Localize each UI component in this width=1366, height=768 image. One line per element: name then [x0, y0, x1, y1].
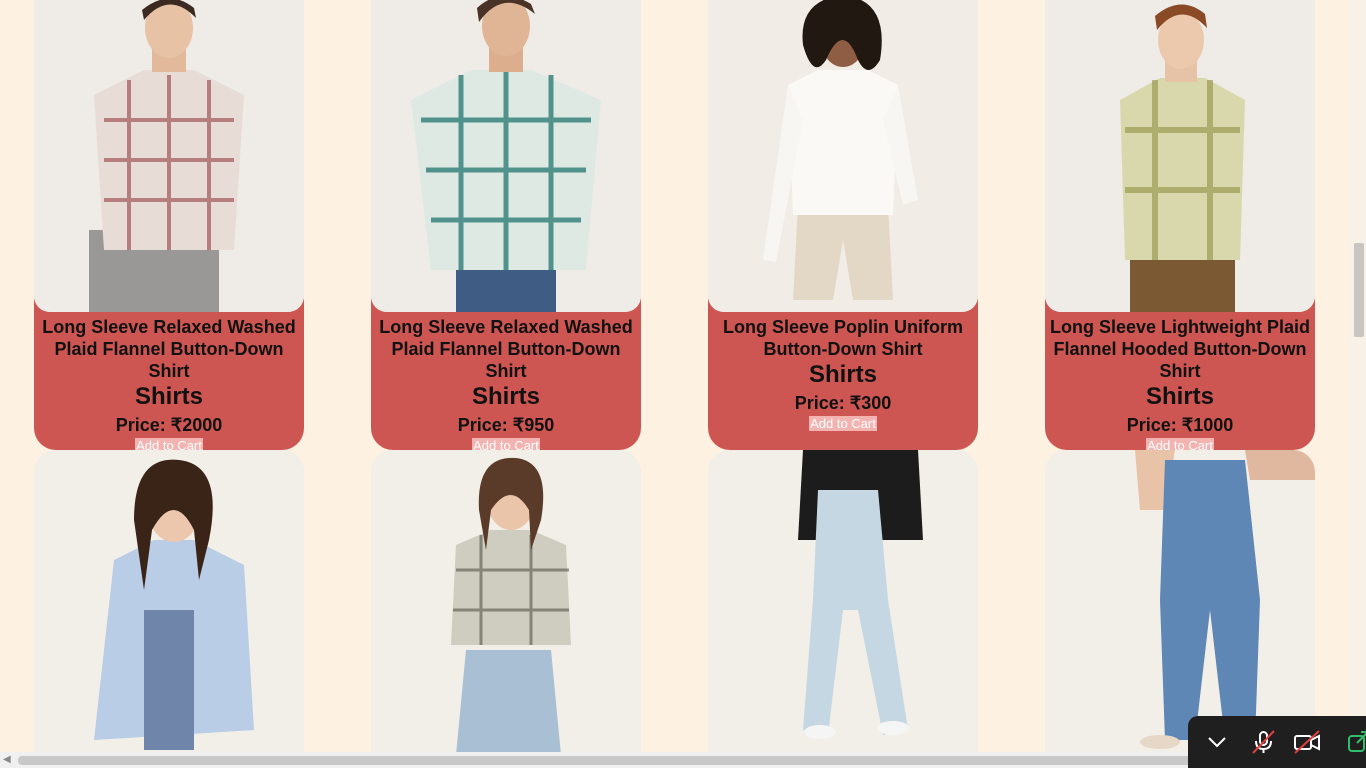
product-image[interactable] — [1045, 450, 1315, 755]
add-to-cart-button[interactable]: Add to Cart — [1146, 438, 1214, 450]
product-card: Long Sleeve Relaxed Washed Plaid Flannel… — [34, 0, 304, 450]
product-card — [34, 450, 304, 755]
product-card — [371, 450, 641, 755]
product-price: Price: ₹950 — [457, 415, 555, 435]
microphone-muted-icon[interactable] — [1250, 730, 1276, 754]
product-category: Shirts — [134, 383, 203, 410]
product-image[interactable] — [371, 450, 641, 755]
product-card: Long Sleeve Poplin Uniform Button-Down S… — [708, 0, 978, 450]
product-name: Long Sleeve Lightweight Plaid Flannel Ho… — [1049, 317, 1311, 381]
product-card — [708, 450, 978, 755]
product-category: Shirts — [808, 361, 877, 388]
product-category: Shirts — [1145, 383, 1214, 410]
share-icon[interactable] — [1346, 730, 1366, 754]
product-image[interactable] — [708, 450, 978, 755]
scroll-left-arrow-icon[interactable]: ◀ — [3, 754, 11, 765]
product-price: Price: ₹1000 — [1126, 415, 1234, 435]
call-controls-bar — [1188, 716, 1366, 768]
product-category: Shirts — [471, 383, 540, 410]
product-image[interactable] — [1045, 0, 1315, 312]
vertical-scrollbar[interactable] — [1349, 0, 1366, 752]
product-card: Long Sleeve Lightweight Plaid Flannel Ho… — [1045, 0, 1315, 450]
product-name: Long Sleeve Poplin Uniform Button-Down S… — [722, 317, 964, 359]
camera-off-icon[interactable] — [1294, 730, 1320, 754]
product-price: Price: ₹2000 — [115, 415, 223, 435]
chevron-down-icon[interactable] — [1204, 730, 1230, 754]
scrollbar-thumb[interactable] — [1354, 243, 1364, 337]
product-card: Long Sleeve Relaxed Washed Plaid Flannel… — [371, 0, 641, 450]
product-image[interactable] — [708, 0, 978, 312]
horizontal-scrollbar[interactable]: ◀ — [0, 752, 1366, 768]
product-image[interactable] — [371, 0, 641, 312]
product-card — [1045, 450, 1315, 755]
add-to-cart-button[interactable]: Add to Cart — [135, 438, 203, 450]
product-name: Long Sleeve Relaxed Washed Plaid Flannel… — [379, 317, 633, 381]
product-name: Long Sleeve Relaxed Washed Plaid Flannel… — [42, 317, 296, 381]
scrollbar-thumb[interactable] — [18, 756, 1348, 765]
add-to-cart-button[interactable]: Add to Cart — [809, 416, 877, 431]
add-to-cart-button[interactable]: Add to Cart — [472, 438, 540, 450]
product-image[interactable] — [34, 450, 304, 755]
product-image[interactable] — [34, 0, 304, 312]
product-price: Price: ₹300 — [794, 393, 892, 413]
